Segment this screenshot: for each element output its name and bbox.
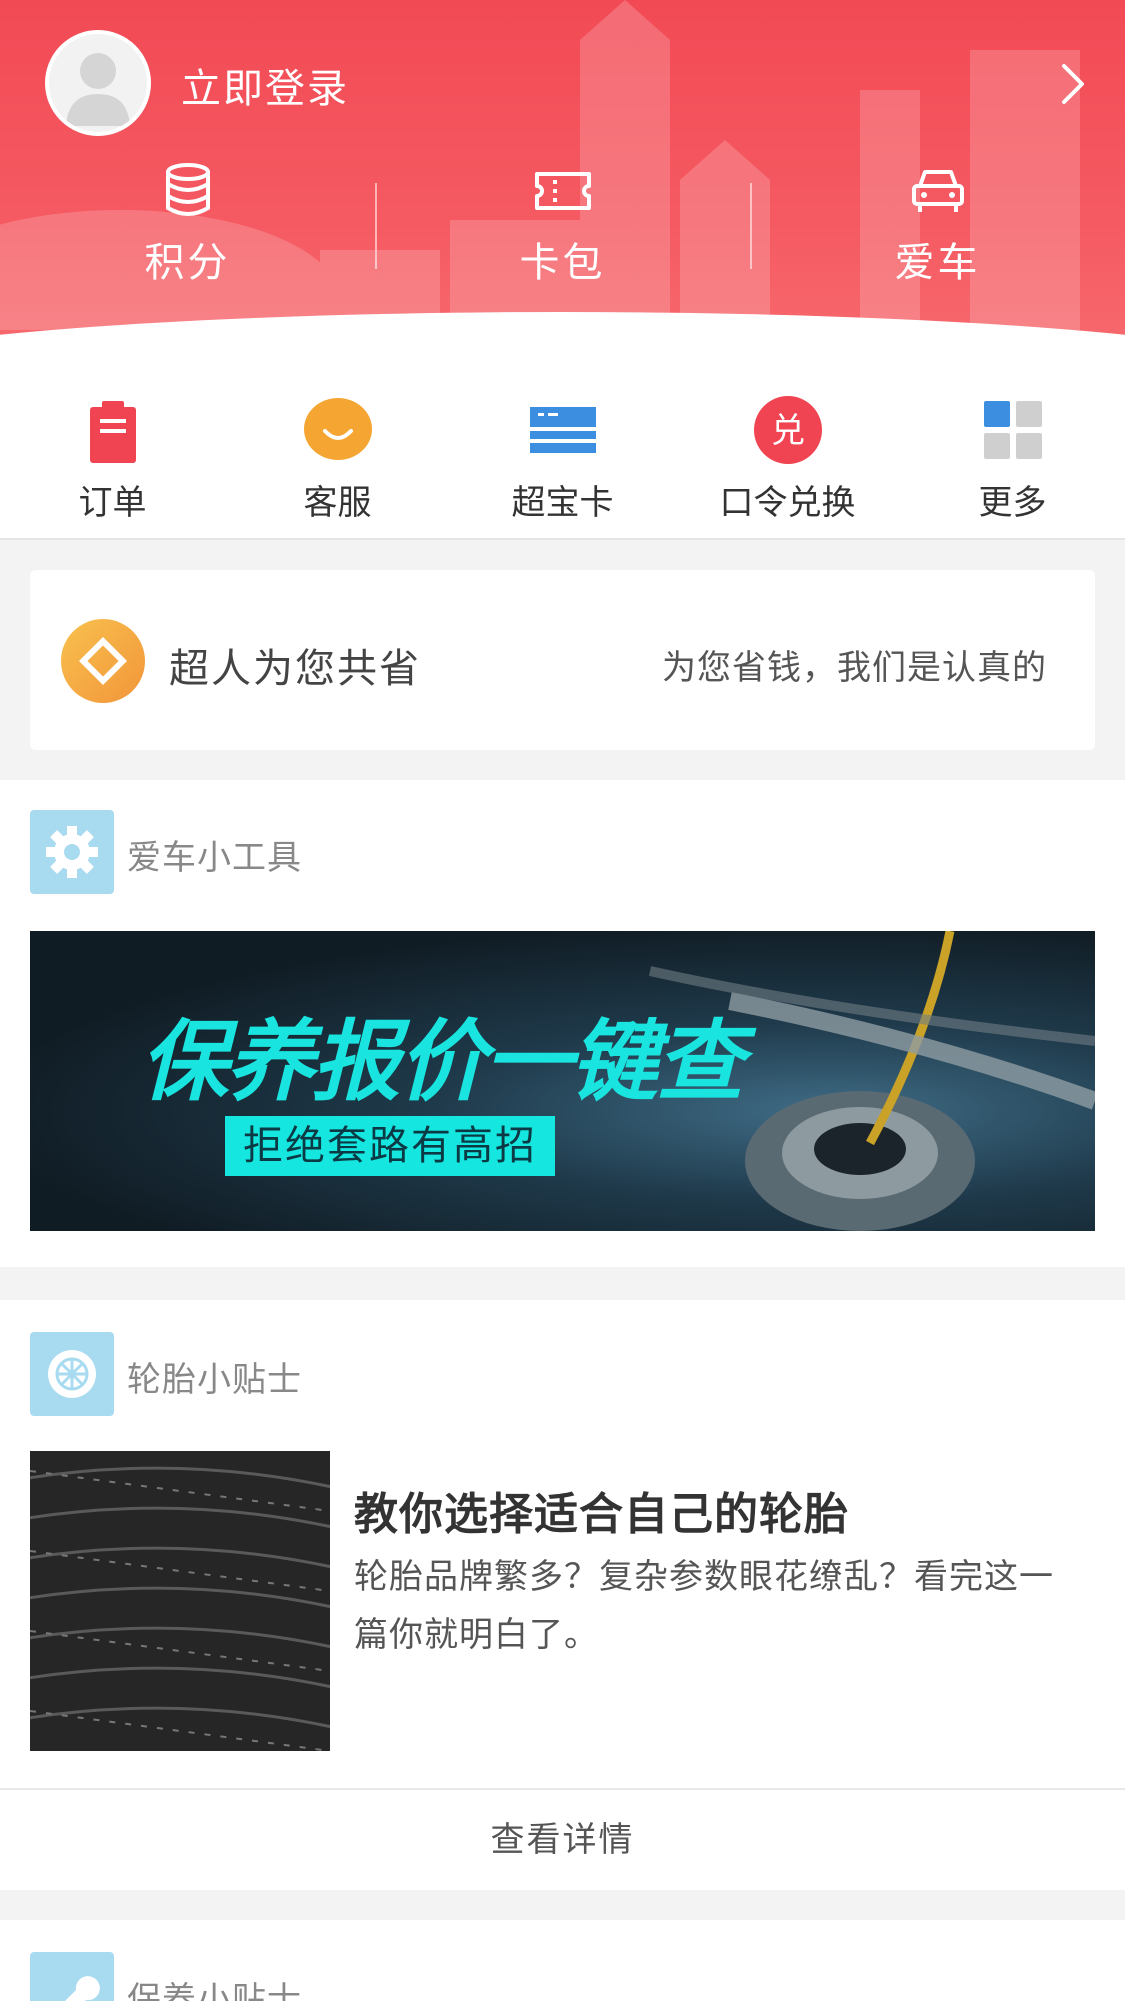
nav-redeem-code[interactable]: 兑 口令兑换 bbox=[675, 395, 900, 524]
diamond-coin-icon bbox=[61, 619, 145, 703]
nav-orders[interactable]: 订单 bbox=[0, 395, 225, 524]
stat-label: 卡包 bbox=[519, 240, 606, 286]
nav-more[interactable]: 更多 bbox=[900, 395, 1125, 524]
nav-super-card[interactable]: 超宝卡 bbox=[450, 395, 675, 524]
nav-label: 客服 bbox=[303, 483, 372, 523]
stat-points[interactable]: 积分 bbox=[0, 160, 375, 290]
stat-card-wallet[interactable]: 卡包 bbox=[375, 160, 750, 290]
wrench-icon bbox=[65, 1976, 100, 2001]
nav-label: 订单 bbox=[78, 483, 147, 523]
chevron-right-icon[interactable] bbox=[1058, 62, 1088, 106]
section-icon bbox=[30, 810, 114, 894]
nav-customer-service[interactable]: 客服 bbox=[225, 395, 450, 524]
profile-header: 立即登录 积分 卡包 爱车 bbox=[0, 0, 1125, 375]
stat-label: 爱车 bbox=[894, 240, 981, 286]
banner-tagline: 拒绝套路有高招 bbox=[225, 1116, 555, 1176]
section-title: 保养小贴士 bbox=[127, 1980, 302, 2001]
tire-article-image[interactable] bbox=[30, 1451, 330, 1751]
login-link[interactable]: 立即登录 bbox=[181, 56, 349, 114]
ticket-icon bbox=[534, 172, 591, 210]
maintenance-tips-section: 保养小贴士 bbox=[0, 1920, 1125, 2001]
quick-nav: 订单 客服 超宝卡 兑 口令兑换 更多 bbox=[0, 375, 1125, 540]
section-icon bbox=[30, 1952, 114, 2001]
smile-chat-icon bbox=[303, 398, 372, 460]
stat-label: 积分 bbox=[144, 240, 231, 286]
avatar[interactable] bbox=[45, 30, 151, 136]
article-title[interactable]: 教你选择适合自己的轮胎 bbox=[354, 1478, 849, 1542]
view-details-button[interactable]: 查看详情 bbox=[0, 1788, 1125, 1888]
savings-subtitle: 为您省钱，我们是认真的 bbox=[662, 648, 1047, 688]
section-title: 爱车小工具 bbox=[127, 838, 302, 878]
nav-label: 更多 bbox=[978, 483, 1047, 523]
nav-label: 超宝卡 bbox=[511, 483, 614, 523]
savings-card[interactable]: 超人为您共省 为您省钱，我们是认真的 bbox=[30, 570, 1095, 750]
car-icon bbox=[911, 170, 964, 212]
redeem-icon: 兑 bbox=[753, 396, 822, 464]
user-silhouette-icon bbox=[66, 53, 130, 126]
stat-my-car[interactable]: 爱车 bbox=[750, 160, 1125, 290]
maintenance-quote-banner[interactable]: 保养报价一键查 拒绝套路有高招 bbox=[30, 931, 1095, 1231]
grid-icon bbox=[983, 401, 1042, 459]
gear-icon bbox=[46, 826, 98, 878]
section-title: 轮胎小贴士 bbox=[127, 1360, 302, 1400]
clipboard-icon bbox=[89, 401, 136, 463]
redeem-badge: 兑 bbox=[771, 411, 805, 451]
app-page: 立即登录 积分 卡包 爱车 订单 客服 超宝卡 兑 口令兑换 更多 超人为您共省… bbox=[0, 0, 1125, 2001]
database-icon bbox=[165, 163, 210, 216]
article-description: 轮胎品牌繁多？复杂参数眼花缭乱？看完这一篇你就明白了。 bbox=[354, 1557, 1054, 1655]
wheel-icon bbox=[48, 1350, 96, 1398]
nav-label: 口令兑换 bbox=[719, 483, 856, 523]
banner-headline: 保养报价一键查 bbox=[140, 1010, 744, 1113]
section-icon bbox=[30, 1332, 114, 1416]
savings-title: 超人为您共省 bbox=[169, 646, 421, 692]
card-icon bbox=[529, 407, 596, 453]
header-curve bbox=[0, 312, 1125, 375]
tire-tread-image bbox=[30, 1451, 330, 1751]
